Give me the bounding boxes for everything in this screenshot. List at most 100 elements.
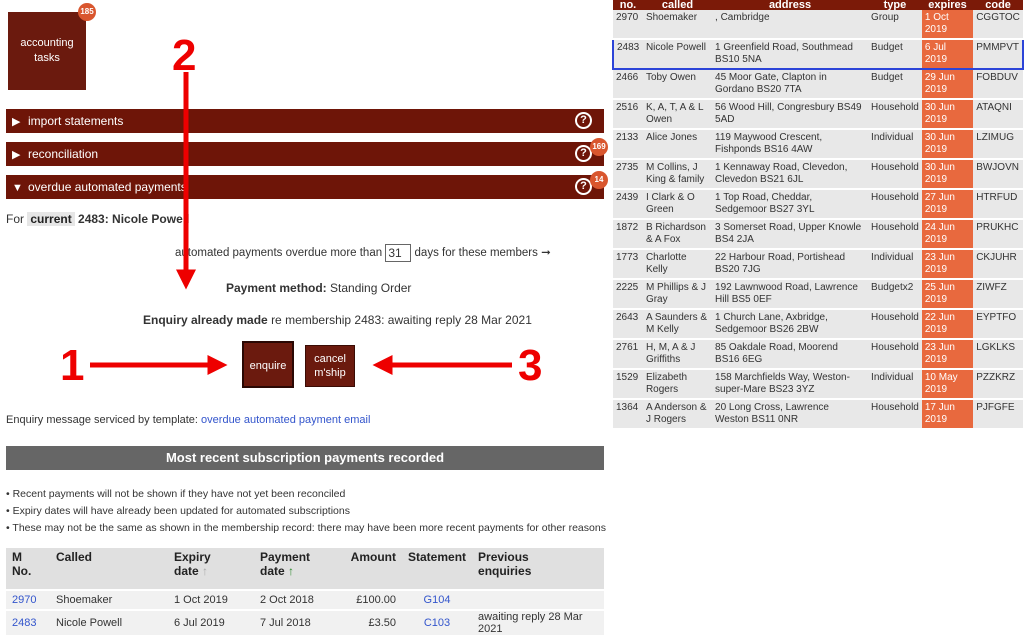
cell-address: 20 Long Cross, Lawrence Weston BS11 0NR: [712, 399, 869, 430]
cell-type: Individual: [868, 249, 922, 280]
cell-called: Shoemaker: [50, 589, 168, 610]
section-title: Most recent subscription payments record…: [6, 446, 604, 470]
cell-called: B Richardson & A Fox: [642, 219, 713, 250]
template-link[interactable]: overdue automated payment email: [201, 414, 370, 426]
member-link[interactable]: 2970: [6, 589, 50, 610]
table-row[interactable]: 2466 Toby Owen 45 Moor Gate, Clapton in Go…: [613, 69, 1023, 100]
table-row[interactable]: 1364 A Anderson & J Rogers 20 Long Cross, …: [613, 399, 1023, 430]
members-table: no. called address type expires code 297…: [612, 0, 1024, 430]
table-row[interactable]: 2439 I Clark & O Green 1 Top Road, Cheddar…: [613, 189, 1023, 220]
cell-expires: 29 Jun 2019: [921, 69, 974, 100]
cell-called: Toby Owen: [642, 69, 713, 100]
payments-table: M No. Called Expiry date ↑ Payment date ↑ …: [6, 548, 604, 635]
col-payment[interactable]: Payment date ↑: [254, 548, 336, 590]
notes-list: • Recent payments will not be shown if t…: [6, 486, 606, 537]
cell-amount: £100.00: [336, 589, 402, 610]
cell-previous: [472, 589, 604, 610]
table-row[interactable]: 2643 A Saunders & M Kelly 1 Church Lane, A…: [613, 309, 1023, 340]
template-text: Enquiry message serviced by template:: [6, 414, 198, 426]
cell-expires: 27 Jun 2019: [921, 189, 974, 220]
cell-code: BWJOVN: [973, 159, 1023, 190]
cell-expires: 24 Jun 2019: [921, 219, 974, 250]
cell-address: , Cambridge: [712, 10, 869, 40]
cell-called: M Collins, J King & family: [642, 159, 713, 190]
cell-type: Household: [868, 309, 922, 340]
cell-expires: 10 May 2019: [921, 369, 974, 400]
col-amount: Amount: [336, 548, 402, 590]
cell-called: A Saunders & M Kelly: [642, 309, 713, 340]
note-item: • These may not be the same as shown in …: [6, 522, 606, 534]
annotation-number-1: 1: [60, 341, 85, 390]
cell-code: PZZKRZ: [973, 369, 1023, 400]
cell-code: PJFGFE: [973, 399, 1023, 430]
cell-address: 85 Oakdale Road, Moorend BS16 6EG: [712, 339, 869, 370]
table-row[interactable]: 1872 B Richardson & A Fox 3 Somerset Road,…: [613, 219, 1023, 250]
cell-no: 1529: [613, 369, 643, 400]
cell-address: 192 Lawnwood Road, Lawrence Hill BS5 0EF: [712, 279, 869, 310]
cell-code: LZIMUG: [973, 129, 1023, 160]
col-mno: M No.: [6, 548, 50, 590]
cell-no: 2761: [613, 339, 643, 370]
table-row[interactable]: 2225 M Phillips & J Gray 192 Lawnwood Road…: [613, 279, 1023, 310]
cell-no: 2483: [612, 38, 643, 70]
annotation-number-3: 3: [518, 341, 543, 390]
statement-link[interactable]: C103: [402, 609, 473, 635]
statement-link[interactable]: G104: [402, 589, 473, 610]
cell-type: Household: [868, 99, 922, 130]
cell-address: 1 Top Road, Cheddar, Sedgemoor BS27 3YL: [712, 189, 869, 220]
sort-arrow-icon: ↑: [202, 564, 209, 578]
cell-no: 1773: [613, 249, 643, 280]
col-address[interactable]: address: [712, 0, 869, 10]
cell-address: 158 Marchfields Way, Weston-super-Mare B…: [712, 369, 869, 400]
col-no[interactable]: no.: [613, 0, 643, 10]
note-item: • Recent payments will not be shown if t…: [6, 488, 346, 500]
cell-expires: 25 Jun 2019: [921, 279, 974, 310]
cell-expires: 22 Jun 2019: [921, 309, 974, 340]
cell-type: Household: [868, 339, 922, 370]
cell-code: EYPTFO: [973, 309, 1023, 340]
table-row[interactable]: 1773 Charlotte Kelly 22 Harbour Road, Port…: [613, 249, 1023, 280]
table-row[interactable]: 1529 Elizabeth Rogers 158 Marchfields Way,…: [613, 369, 1023, 400]
col-type[interactable]: type: [868, 0, 922, 10]
cell-expires: 1 Oct 2019: [921, 10, 974, 40]
cell-no: 2133: [613, 129, 643, 160]
cell-type: Household: [868, 399, 922, 430]
cell-code: CGGTOC: [973, 10, 1023, 40]
col-called: Called: [50, 548, 168, 590]
col-called[interactable]: called: [642, 0, 713, 10]
cell-code: PRUKHC: [973, 219, 1023, 250]
cell-code: PMMPVT: [973, 38, 1024, 70]
cell-address: 1 Greenfield Road, Southmead BS10 5NA: [712, 38, 869, 70]
cell-expires: 30 Jun 2019: [921, 159, 974, 190]
cell-expires: 30 Jun 2019: [921, 129, 974, 160]
cell-called: A Anderson & J Rogers: [642, 399, 713, 430]
cell-expires: 30 Jun 2019: [921, 99, 974, 130]
table-header-row: no. called address type expires code: [613, 0, 1023, 10]
col-code[interactable]: code: [973, 0, 1023, 10]
cell-address: 45 Moor Gate, Clapton in Gordano BS20 7T…: [712, 69, 869, 100]
cell-called: Alice Jones: [642, 129, 713, 160]
cell-expires: 17 Jun 2019: [921, 399, 974, 430]
cell-amount: £3.50: [336, 609, 402, 635]
member-link[interactable]: 2483: [6, 609, 50, 635]
table-row[interactable]: 2970 Shoemaker, Cambridge Group 1 Oct 2019 C…: [613, 10, 1023, 40]
cell-no: 2735: [613, 159, 643, 190]
col-expiry[interactable]: Expiry date ↑: [168, 548, 254, 590]
cell-no: 2516: [613, 99, 643, 130]
cell-payment: 7 Jul 2018: [254, 609, 336, 635]
table-row[interactable]: 2133 Alice Jones 119 Maywood Crescent, Fis…: [613, 129, 1023, 160]
annotation-number-2: 2: [172, 31, 197, 80]
table-row[interactable]: 2735 M Collins, J King & family 1 Kennaway…: [613, 159, 1023, 190]
col-expires[interactable]: expires: [921, 0, 974, 10]
table-row[interactable]: 2483 Nicole Powell 1 Greenfield Road, Sout…: [612, 38, 1024, 70]
cell-no: 2439: [613, 189, 643, 220]
table-row[interactable]: 2516 K, A, T, A & L Owen 56 Wood Hill, Con…: [613, 99, 1023, 130]
cell-address: 56 Wood Hill, Congresbury BS49 5AD: [712, 99, 869, 130]
table-row[interactable]: 2761 H, M, A & J Griffiths 85 Oakdale Road…: [613, 339, 1023, 370]
cell-called: K, A, T, A & L Owen: [642, 99, 713, 130]
cell-address: 3 Somerset Road, Upper Knowle BS4 2JA: [712, 219, 869, 250]
cell-code: HTRFUD: [973, 189, 1023, 220]
cell-type: Individual: [868, 129, 922, 160]
cell-no: 2225: [613, 279, 643, 310]
cell-type: Household: [868, 189, 922, 220]
